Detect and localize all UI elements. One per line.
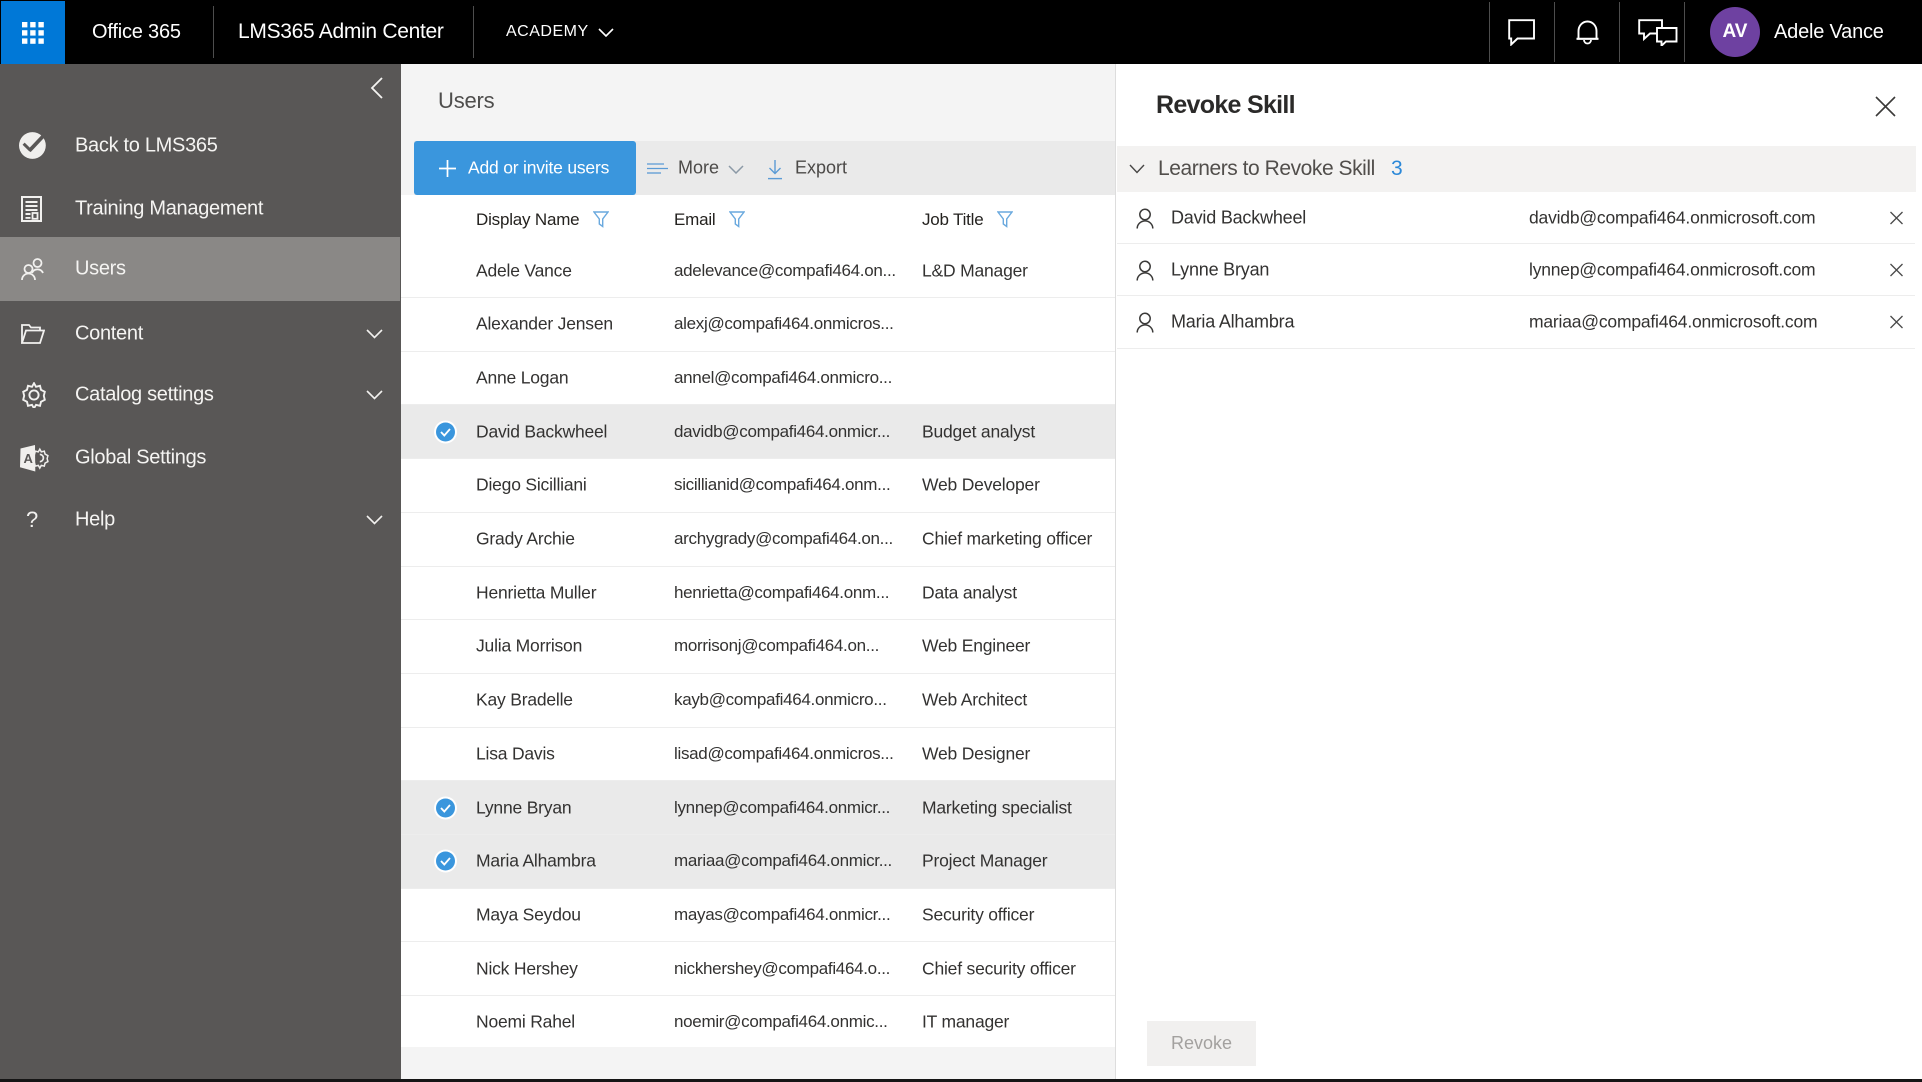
svg-text:A: A [24, 451, 34, 466]
